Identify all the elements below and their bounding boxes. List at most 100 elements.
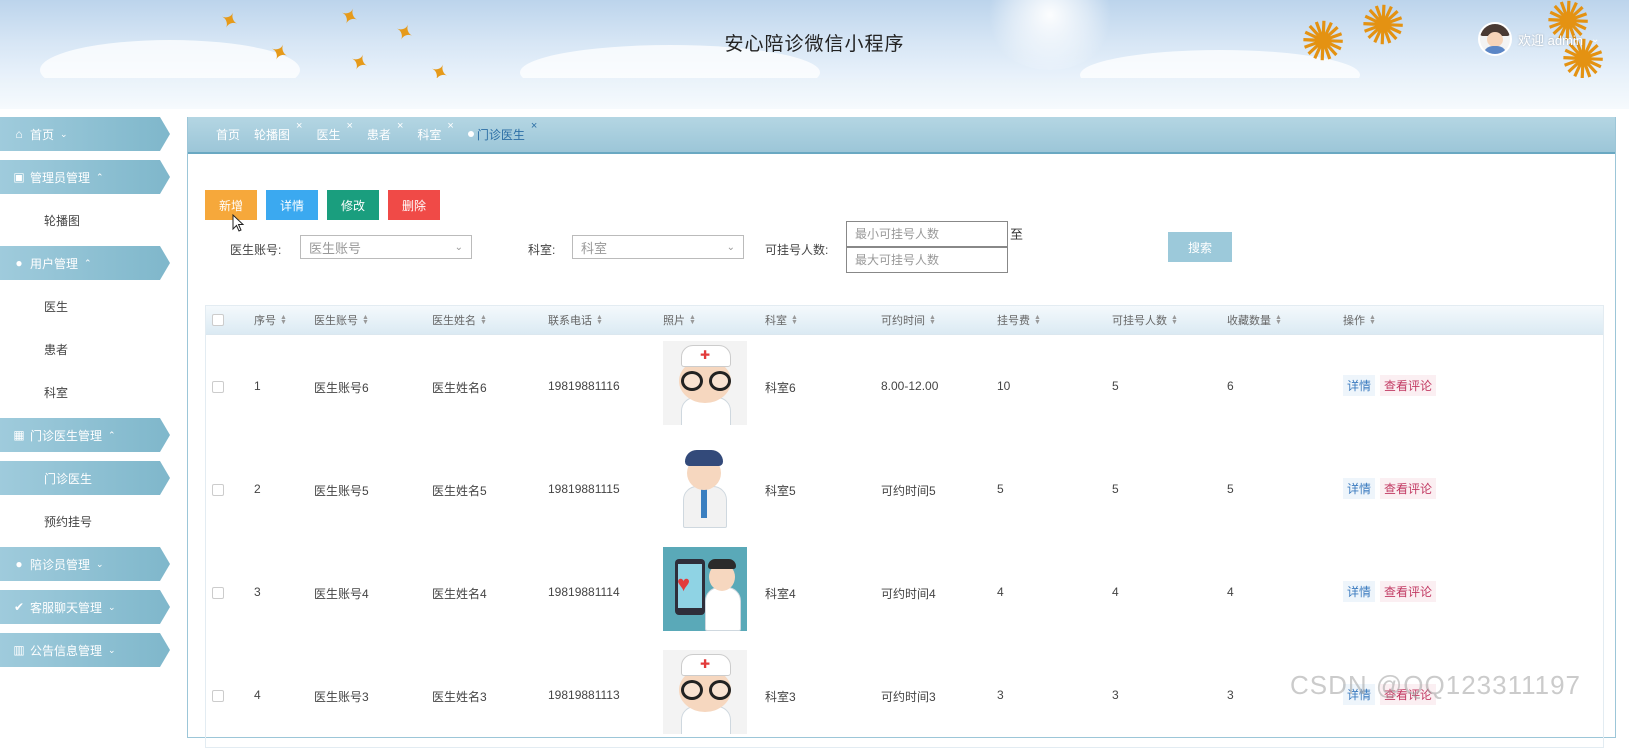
sidebar-item-chat-mgmt[interactable]: ✔ 客服聊天管理 ⌄ — [0, 590, 170, 624]
welcome-text: 欢迎 admin — [1518, 32, 1584, 48]
app-title: 安心陪诊微信小程序 — [724, 34, 905, 55]
cell-no: 4 — [254, 688, 261, 702]
tab-carousel[interactable]: 轮播图 × — [254, 120, 302, 143]
row-detail-link[interactable]: 详情 — [1343, 581, 1376, 602]
tab-clinic-doctor[interactable]: 门诊医生 × — [467, 120, 537, 143]
min-count-input[interactable] — [846, 221, 1008, 247]
tab-patient[interactable]: 患者 × — [367, 120, 403, 143]
row-comment-link[interactable]: 查看评论 — [1380, 478, 1437, 499]
top-header: ✦ ✦ ✦ ✦ ✦ ✦ ✺ ✺ ✺ ✺ 安心陪诊微信小程序 欢迎 admin ⌄ — [0, 0, 1629, 78]
row-comment-link[interactable]: 查看评论 — [1380, 581, 1437, 602]
row-checkbox[interactable] — [212, 484, 224, 496]
close-icon[interactable]: × — [346, 120, 352, 132]
row-checkbox[interactable] — [212, 381, 224, 393]
sidebar-item-clinic-doctor[interactable]: 门诊医生 — [0, 461, 170, 495]
column-header[interactable]: 序号 ▲ ▼ — [254, 306, 287, 334]
home-icon: ⌂ — [15, 127, 23, 141]
tab-home[interactable]: 首页 — [216, 126, 240, 143]
sidebar-item-home[interactable]: ⌂ 首页 ⌄ — [0, 117, 170, 151]
cell-account: 医生账号3 — [314, 690, 369, 704]
cell-count: 3 — [1112, 688, 1119, 702]
chevron-down-icon: ⌄ — [454, 241, 463, 253]
close-icon[interactable]: × — [296, 120, 302, 132]
cell-count: 4 — [1112, 585, 1119, 599]
cell-dept: 科室6 — [765, 381, 796, 395]
close-icon[interactable]: × — [531, 120, 537, 132]
close-icon[interactable]: × — [447, 120, 453, 132]
sort-icon: ▲ ▼ — [791, 314, 798, 326]
column-header[interactable]: 可挂号人数 ▲ ▼ — [1112, 306, 1178, 334]
count-filter-label: 可挂号人数: — [765, 243, 829, 257]
chevron-up-icon: ⌃ — [96, 171, 104, 182]
row-comment-link[interactable]: 查看评论 — [1380, 375, 1437, 396]
watermark: CSDN @QQ123311197 — [1290, 670, 1582, 700]
sidebar-item-clinic-doctor-mgmt[interactable]: ▦ 门诊医生管理 ⌃ — [0, 418, 170, 452]
cell-phone: 19819881114 — [548, 585, 620, 599]
cell-phone: 19819881116 — [548, 379, 620, 393]
doctor-photo[interactable] — [663, 444, 747, 528]
leaf-icon: ✦ — [425, 57, 454, 78]
sidebar-item-carousel[interactable]: 轮播图 — [0, 203, 176, 237]
close-icon[interactable]: × — [397, 120, 403, 132]
row-checkbox[interactable] — [212, 587, 224, 599]
tab-label: 科室 — [417, 128, 442, 142]
doctor-photo[interactable]: ♥ — [663, 547, 747, 631]
tab-bar: 首页 轮播图 × 医生 × 患者 × 科室 × 门诊医生 × — [188, 117, 1615, 154]
chart-icon: ▥ — [13, 643, 25, 657]
user-menu[interactable]: 欢迎 admin ⌄ — [1478, 22, 1599, 56]
cell-name: 医生姓名5 — [432, 484, 487, 498]
search-button[interactable]: 搜索 — [1168, 232, 1232, 262]
column-header[interactable]: 收藏数量 ▲ ▼ — [1227, 306, 1282, 334]
tab-label: 首页 — [216, 128, 241, 142]
sidebar-item-appointment[interactable]: 预约挂号 — [0, 504, 176, 538]
column-header[interactable]: 照片 ▲ ▼ — [663, 306, 696, 334]
column-header[interactable]: 可约时间 ▲ ▼ — [881, 306, 936, 334]
add-button[interactable]: 新增 — [205, 190, 257, 220]
cell-phone: 19819881113 — [548, 688, 620, 702]
mouse-cursor-icon — [232, 214, 245, 232]
max-count-input[interactable] — [846, 247, 1008, 273]
account-select[interactable]: 医生账号 ⌄ — [300, 235, 472, 259]
avatar — [1478, 22, 1512, 56]
column-header[interactable]: 操作 ▲ ▼ — [1343, 306, 1376, 334]
column-header[interactable]: 医生账号 ▲ ▼ — [314, 306, 369, 334]
table-row: 1 医生账号6 医生姓名6 19819881116 ✚ 科室6 8.00-12.… — [206, 335, 1603, 438]
cell-fav: 4 — [1227, 585, 1234, 599]
edit-button[interactable]: 修改 — [327, 190, 379, 220]
sidebar-item-label: 陪诊员管理 — [30, 557, 91, 572]
sidebar-item-patient[interactable]: 患者 — [0, 332, 176, 366]
select-all-checkbox[interactable] — [212, 314, 224, 326]
doctor-photo[interactable]: ✚ — [663, 341, 747, 425]
sort-icon: ▲ ▼ — [1275, 314, 1282, 326]
sidebar-item-notice-mgmt[interactable]: ▥ 公告信息管理 ⌄ — [0, 633, 170, 667]
row-detail-link[interactable]: 详情 — [1343, 478, 1376, 499]
column-header[interactable]: 科室 ▲ ▼ — [765, 306, 798, 334]
sidebar-item-escort-mgmt[interactable]: ● 陪诊员管理 ⌄ — [0, 547, 170, 581]
sidebar-item-admin[interactable]: ▣ 管理员管理 ⌃ — [0, 160, 170, 194]
doctor-photo[interactable]: ✚ — [663, 650, 747, 734]
delete-button[interactable]: 删除 — [388, 190, 440, 220]
cell-fav: 3 — [1227, 688, 1234, 702]
user-icon: ● — [15, 256, 23, 270]
detail-button[interactable]: 详情 — [266, 190, 318, 220]
sidebar-item-doctor[interactable]: 医生 — [0, 289, 176, 323]
table-row: 2 医生账号5 医生姓名5 19819881115 科室5 可约时间5 5 5 … — [206, 438, 1603, 541]
row-detail-link[interactable]: 详情 — [1343, 375, 1376, 396]
cell-name: 医生姓名6 — [432, 381, 487, 395]
column-header[interactable]: 挂号费 ▲ ▼ — [997, 306, 1041, 334]
sort-icon: ▲ ▼ — [480, 314, 487, 326]
sidebar-item-label: 科室 — [44, 385, 69, 400]
column-header[interactable]: 联系电话 ▲ ▼ — [548, 306, 603, 334]
cell-name: 医生姓名4 — [432, 587, 487, 601]
sidebar-item-users[interactable]: ● 用户管理 ⌃ — [0, 246, 170, 280]
tab-department[interactable]: 科室 × — [417, 120, 453, 143]
active-dot-icon — [467, 131, 474, 137]
sort-icon: ▲ ▼ — [362, 314, 369, 326]
row-checkbox[interactable] — [212, 690, 224, 702]
dept-select[interactable]: 科室 ⌄ — [572, 235, 744, 259]
column-header[interactable]: 医生姓名 ▲ ▼ — [432, 306, 487, 334]
sidebar-item-department[interactable]: 科室 — [0, 375, 176, 409]
cell-time: 可约时间5 — [881, 484, 936, 498]
cell-dept: 科室4 — [765, 587, 796, 601]
tab-doctor[interactable]: 医生 × — [316, 120, 352, 143]
